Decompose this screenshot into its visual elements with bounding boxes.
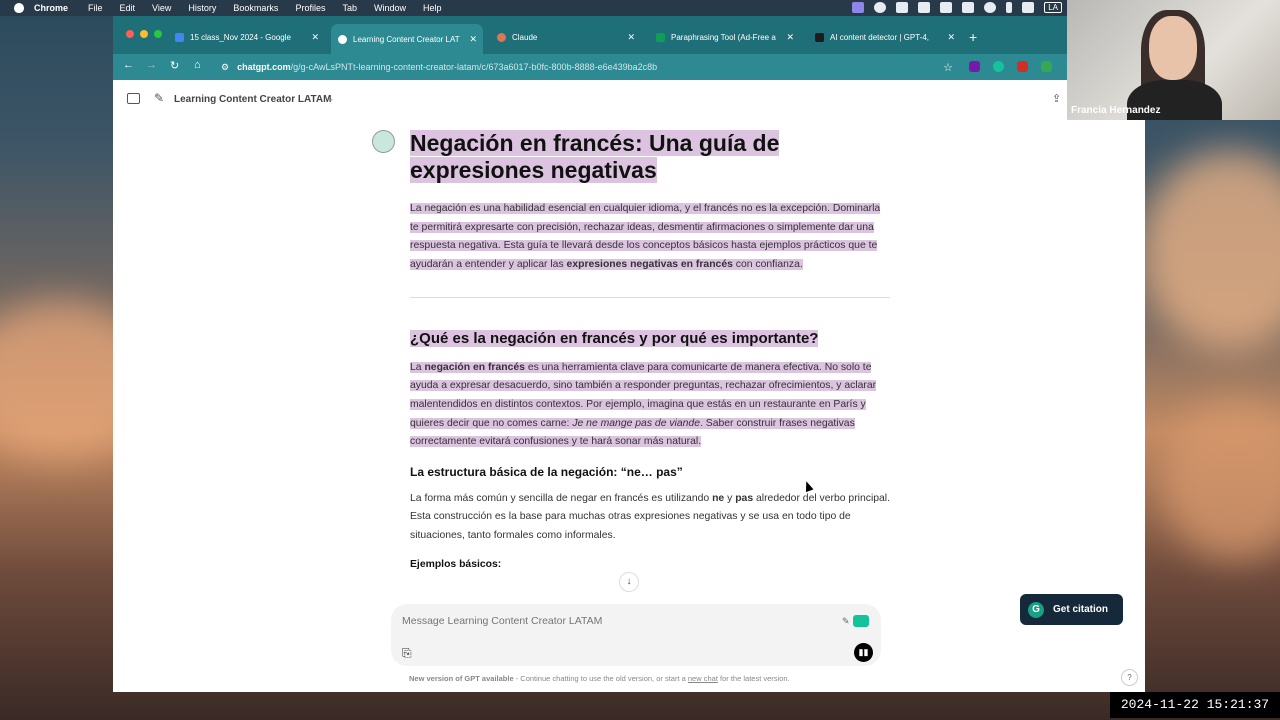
menu-app-name[interactable]: Chrome	[34, 3, 68, 13]
subsection-heading: La estructura básica de la negación: “ne…	[410, 465, 683, 480]
close-tab-icon[interactable]: ✕	[627, 32, 635, 43]
close-tab-icon[interactable]: ✕	[311, 32, 319, 43]
webcam-overlay: Francia Hernandez	[1067, 0, 1280, 120]
grammarly-icon[interactable]	[853, 615, 869, 627]
apple-icon[interactable]	[14, 3, 24, 13]
chat-header: ✎ Learning Content Creator LATAM ⌄ ⇪	[113, 80, 1145, 118]
participant-name: Francia Hernandez	[1071, 105, 1161, 116]
grammarly-extension-icon[interactable]	[993, 61, 1004, 72]
new-tab-icon[interactable]: +	[969, 29, 977, 45]
gpt-name-dropdown[interactable]: Learning Content Creator LATAM	[174, 94, 331, 105]
screen-share-icon[interactable]	[852, 2, 865, 13]
article-title: Negación en francés: Una guía de expresi…	[410, 130, 780, 183]
tab-bar: 15 class_Nov 2024 - Google ✕ Learning Co…	[113, 16, 1145, 54]
background-cloud	[1160, 400, 1280, 560]
upwork-icon[interactable]	[874, 2, 887, 13]
tab-label: Paraphrasing Tool (Ad-Free a	[671, 32, 776, 42]
address-bar[interactable]: ⚙ chatgpt.com /g/g-cAwLsPNTt-learning-co…	[221, 57, 953, 77]
close-tab-icon[interactable]: ✕	[947, 32, 955, 43]
site-info-icon[interactable]: ⚙	[221, 62, 229, 73]
share-icon[interactable]: ⇪	[1052, 92, 1061, 105]
close-tab-icon[interactable]: ✕	[469, 34, 477, 45]
section-paragraph: La negación en francés es una herramient…	[410, 361, 877, 448]
close-window-button[interactable]	[126, 30, 134, 38]
section-heading: ¿Qué es la negación en francés y por qué…	[410, 329, 819, 347]
browser-toolbar: ← → ↻ ⌂ ⚙ chatgpt.com /g/g-cAwLsPNTt-lea…	[113, 54, 1145, 80]
person-face	[1149, 16, 1197, 80]
grammarly-logo-icon: G	[1028, 601, 1044, 618]
bluetooth-icon[interactable]	[1006, 2, 1013, 13]
attach-icon[interactable]: ⎘	[402, 646, 412, 661]
wifi-icon[interactable]	[1022, 2, 1035, 13]
menu-edit[interactable]: Edit	[120, 3, 136, 13]
tab-label: AI content detector | GPT-4,	[830, 32, 930, 42]
lastpass-extension-icon[interactable]	[1017, 61, 1028, 72]
tab-claude[interactable]: Claude ✕	[497, 26, 641, 48]
scroll-down-icon[interactable]: ↓	[619, 572, 639, 592]
gpt-avatar	[372, 130, 395, 153]
chevron-down-icon[interactable]: ⌄	[327, 93, 335, 104]
tab-google-docs[interactable]: 15 class_Nov 2024 - Google ✕	[175, 26, 325, 48]
new-chat-link[interactable]: new chat	[688, 674, 718, 683]
new-chat-icon[interactable]: ✎	[154, 91, 164, 105]
menu-bookmarks[interactable]: Bookmarks	[233, 3, 278, 13]
extension-icon[interactable]	[1041, 61, 1052, 72]
menu-view[interactable]: View	[152, 3, 171, 13]
message-composer: ✎ ⎘ ▮▮	[391, 604, 881, 666]
url-path: /g/g-cAwLsPNTt-learning-content-creator-…	[290, 62, 658, 72]
forward-icon[interactable]: →	[146, 59, 157, 71]
menu-profiles[interactable]: Profiles	[295, 3, 325, 13]
tab-label: 15 class_Nov 2024 - Google	[190, 32, 291, 42]
sidebar-toggle-icon[interactable]	[127, 93, 140, 104]
menu-tab[interactable]: Tab	[342, 3, 357, 13]
examples-heading: Ejemplos básicos:	[410, 558, 502, 570]
grammarly-pencil-icon[interactable]: ✎	[842, 616, 850, 627]
detector-icon	[815, 32, 824, 42]
sheets-icon	[656, 32, 665, 42]
minimize-window-button[interactable]	[140, 30, 148, 38]
input-source-badge[interactable]: LA	[1044, 2, 1062, 13]
tab-label: Claude	[512, 32, 538, 42]
menu-file[interactable]: File	[88, 3, 103, 13]
help-icon[interactable]: ?	[1121, 669, 1138, 686]
url-host: chatgpt.com	[237, 62, 291, 72]
claude-icon	[497, 32, 506, 42]
recording-timestamp: 2024-11-22 15:21:37	[1110, 692, 1280, 718]
back-icon[interactable]: ←	[123, 59, 134, 71]
maximize-window-button[interactable]	[154, 30, 162, 38]
version-notice: New version of GPT available - Continue …	[409, 674, 790, 683]
cast-icon[interactable]	[918, 2, 931, 13]
windows-icon[interactable]	[962, 2, 975, 13]
menu-help[interactable]: Help	[423, 3, 442, 13]
message-input[interactable]	[400, 614, 824, 628]
airdrop-icon[interactable]	[984, 2, 997, 13]
voice-mode-button[interactable]: ▮▮	[854, 643, 873, 662]
cloud-icon[interactable]	[940, 2, 953, 13]
reload-icon[interactable]: ↻	[170, 59, 179, 72]
bookmark-star-icon[interactable]: ☆	[943, 61, 953, 74]
onenote-extension-icon[interactable]	[969, 61, 980, 72]
get-citation-button[interactable]: G Get citation	[1020, 594, 1123, 625]
assistant-message: Negación en francés: Una guía de expresi…	[410, 118, 890, 575]
tab-ai-detector[interactable]: AI content detector | GPT-4, ✕	[815, 26, 961, 48]
docs-icon	[175, 32, 184, 42]
background-cloud	[1140, 150, 1280, 350]
tab-chatgpt[interactable]: Learning Content Creator LAT ✕	[331, 24, 483, 54]
intro-paragraph: La negación es una habilidad esencial en…	[410, 203, 881, 271]
menu-window[interactable]: Window	[374, 3, 406, 13]
home-icon[interactable]: ⌂	[194, 59, 201, 71]
subsection-paragraph: La forma más común y sencilla de negar e…	[410, 492, 890, 542]
tab-label: Learning Content Creator LAT	[353, 34, 460, 44]
tab-paraphrasing[interactable]: Paraphrasing Tool (Ad-Free a ✕	[656, 26, 800, 48]
get-citation-label: Get citation	[1053, 604, 1109, 615]
browser-window: 15 class_Nov 2024 - Google ✕ Learning Co…	[113, 16, 1145, 692]
screenshot-icon[interactable]	[896, 2, 909, 13]
close-tab-icon[interactable]: ✕	[786, 32, 794, 43]
chatgpt-icon	[338, 34, 347, 44]
menu-history[interactable]: History	[188, 3, 216, 13]
